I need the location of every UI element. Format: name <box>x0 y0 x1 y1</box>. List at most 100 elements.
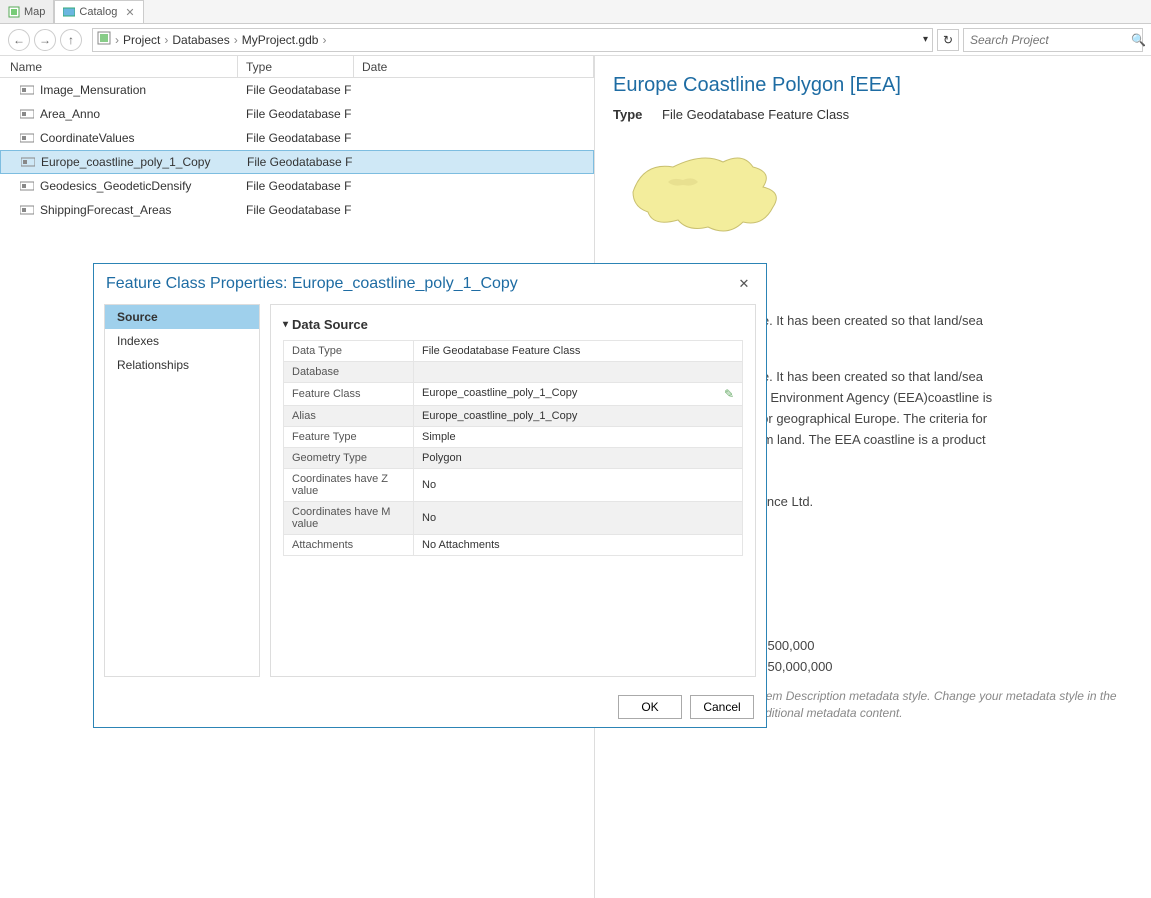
breadcrumb-item[interactable]: Project <box>123 33 160 47</box>
catalog-icon <box>63 6 75 18</box>
property-row: Geometry TypePolygon <box>284 448 743 469</box>
cancel-button[interactable]: Cancel <box>690 695 754 719</box>
property-row: Feature ClassEurope_coastline_poly_1_Cop… <box>284 383 743 406</box>
row-type: File Geodatabase F <box>239 155 355 169</box>
row-name: Area_Anno <box>40 107 100 121</box>
property-value: No Attachments <box>414 535 743 556</box>
property-value: No <box>414 502 743 535</box>
property-value[interactable]: Europe_coastline_poly_1_Copy✎ <box>414 383 743 406</box>
property-key: Database <box>284 362 414 383</box>
dialog-footer: OK Cancel <box>94 687 766 727</box>
property-row: Coordinates have M valueNo <box>284 502 743 535</box>
section-header[interactable]: ▾ Data Source <box>283 317 743 332</box>
row-type: File Geodatabase F <box>238 107 354 121</box>
table-row[interactable]: Area_Anno File Geodatabase F <box>0 102 594 126</box>
refresh-icon: ↻ <box>943 33 953 47</box>
table-row[interactable]: Image_Mensuration File Geodatabase F <box>0 78 594 102</box>
property-key: Alias <box>284 406 414 427</box>
dialog-title: Feature Class Properties: Europe_coastli… <box>106 275 518 293</box>
property-value: Simple <box>414 427 743 448</box>
back-button[interactable]: ← <box>8 29 30 51</box>
col-header-name[interactable]: Name <box>0 56 238 77</box>
thumbnail <box>613 132 813 262</box>
feature-class-icon <box>20 204 34 216</box>
property-key: Attachments <box>284 535 414 556</box>
chevron-right-icon: › <box>164 33 168 47</box>
property-key: Coordinates have M value <box>284 502 414 535</box>
tab-catalog[interactable]: Catalog ✕ <box>54 0 143 23</box>
forward-icon: → <box>39 33 51 47</box>
property-row: AliasEurope_coastline_poly_1_Copy <box>284 406 743 427</box>
home-icon <box>97 31 111 48</box>
properties-dialog: Feature Class Properties: Europe_coastli… <box>93 263 767 728</box>
property-key: Coordinates have Z value <box>284 469 414 502</box>
col-header-type[interactable]: Type <box>238 56 354 77</box>
chevron-right-icon: › <box>115 33 119 47</box>
property-value <box>414 362 743 383</box>
sidebar-item-indexes[interactable]: Indexes <box>105 329 259 353</box>
row-type: File Geodatabase F <box>238 83 354 97</box>
dialog-sidebar: Source Indexes Relationships <box>104 304 260 677</box>
tab-bar: Map Catalog ✕ <box>0 0 1151 24</box>
dialog-title-bar: Feature Class Properties: Europe_coastli… <box>94 264 766 304</box>
nav-bar: ← → ↑ › Project › Databases › MyProject.… <box>0 24 1151 56</box>
sidebar-item-source[interactable]: Source <box>105 305 259 329</box>
tab-label: Catalog <box>79 6 117 18</box>
row-name: Image_Mensuration <box>40 83 146 97</box>
property-value: Europe_coastline_poly_1_Copy <box>414 406 743 427</box>
section-label: Data Source <box>292 317 368 332</box>
up-button[interactable]: ↑ <box>60 29 82 51</box>
refresh-button[interactable]: ↻ <box>937 29 959 51</box>
breadcrumb-item[interactable]: Databases <box>172 33 229 47</box>
row-name: Europe_coastline_poly_1_Copy <box>41 155 210 169</box>
feature-class-icon <box>20 180 34 192</box>
tab-map[interactable]: Map <box>0 0 54 23</box>
row-type: File Geodatabase F <box>238 179 354 193</box>
property-row: Data TypeFile Geodatabase Feature Class <box>284 341 743 362</box>
map-icon <box>8 6 20 18</box>
table-row[interactable]: CoordinateValues File Geodatabase F <box>0 126 594 150</box>
breadcrumb-item[interactable]: MyProject.gdb <box>242 33 319 47</box>
close-icon[interactable]: ✕ <box>125 6 134 19</box>
detail-title: Europe Coastline Polygon [EEA] <box>613 74 1133 97</box>
property-key: Feature Class <box>284 383 414 406</box>
breadcrumb[interactable]: › Project › Databases › MyProject.gdb › … <box>92 28 933 52</box>
feature-class-icon <box>20 132 34 144</box>
property-row: Coordinates have Z valueNo <box>284 469 743 502</box>
sidebar-item-relationships[interactable]: Relationships <box>105 353 259 377</box>
row-name: Geodesics_GeodeticDensify <box>40 179 191 193</box>
row-name: ShippingForecast_Areas <box>40 203 171 217</box>
dialog-close-button[interactable]: ✕ <box>734 276 754 292</box>
chevron-down-icon[interactable]: ▾ <box>923 34 928 45</box>
chevron-right-icon: › <box>322 33 326 47</box>
up-icon: ↑ <box>68 33 74 47</box>
search-box: 🔍 <box>963 28 1143 52</box>
row-name: CoordinateValues <box>40 131 135 145</box>
list-body: Image_MensurationFile Geodatabase FArea_… <box>0 78 594 222</box>
search-icon[interactable]: 🔍 <box>1131 33 1146 47</box>
property-value: No <box>414 469 743 502</box>
table-row[interactable]: Europe_coastline_poly_1_Copy File Geodata… <box>0 150 594 174</box>
table-row[interactable]: ShippingForecast_Areas File Geodatabase F <box>0 198 594 222</box>
caret-down-icon: ▾ <box>283 319 288 330</box>
properties-table: Data TypeFile Geodatabase Feature ClassD… <box>283 340 743 556</box>
property-row: Database <box>284 362 743 383</box>
property-row: Feature TypeSimple <box>284 427 743 448</box>
tab-label: Map <box>24 6 45 18</box>
forward-button[interactable]: → <box>34 29 56 51</box>
edit-icon[interactable]: ✎ <box>724 387 734 401</box>
property-key: Geometry Type <box>284 448 414 469</box>
chevron-right-icon: › <box>234 33 238 47</box>
detail-type-row: Type File Geodatabase Feature Class <box>613 107 1133 122</box>
table-row[interactable]: Geodesics_GeodeticDensify File Geodatabas… <box>0 174 594 198</box>
list-header: Name Type Date <box>0 56 594 78</box>
property-row: AttachmentsNo Attachments <box>284 535 743 556</box>
dialog-body: Source Indexes Relationships ▾ Data Sour… <box>94 304 766 687</box>
search-input[interactable] <box>970 33 1127 47</box>
ok-button[interactable]: OK <box>618 695 682 719</box>
back-icon: ← <box>13 33 25 47</box>
row-type: File Geodatabase F <box>238 203 354 217</box>
col-header-date[interactable]: Date <box>354 56 594 77</box>
feature-class-icon <box>20 84 34 96</box>
row-type: File Geodatabase F <box>238 131 354 145</box>
